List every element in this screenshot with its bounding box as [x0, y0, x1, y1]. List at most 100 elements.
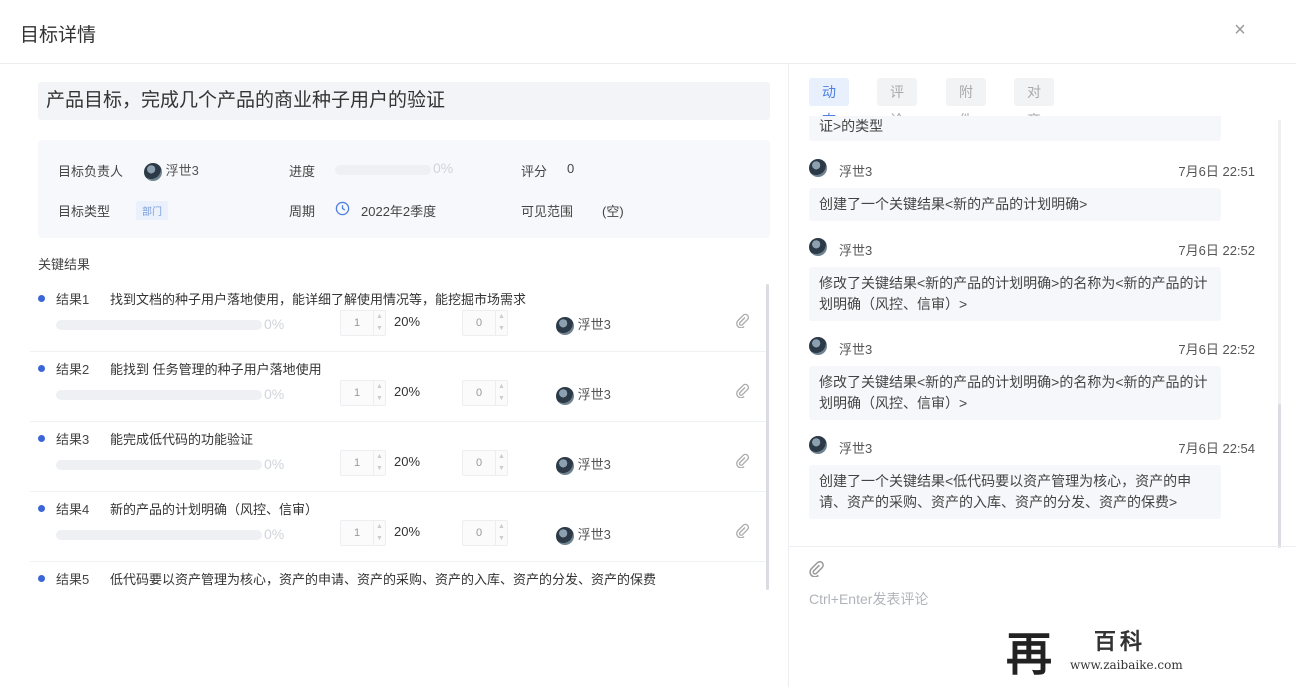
kr-name[interactable]: 新的产品的计划明确（风控、信审）: [110, 499, 318, 518]
activity-user: 浮世3: [839, 164, 873, 179]
tab-alignment[interactable]: 对齐: [1014, 78, 1054, 128]
stepper-arrows[interactable]: ▲ ▼: [495, 521, 507, 545]
bullet-dot: [38, 435, 45, 442]
activity-feed: 证>的类型 浮世3 7月6日 22:51 创建了一个关键结果<新的产品的计划明确…: [809, 116, 1255, 544]
activity-text: 修改了关键结果<新的产品的计划明确>的名称为<新的产品的计划明确（风控、信审）>: [809, 267, 1221, 321]
close-icon[interactable]: ×: [1230, 18, 1250, 42]
stepper-arrows[interactable]: ▲ ▼: [495, 311, 507, 335]
type-tag[interactable]: 部门: [136, 201, 168, 220]
stepper-arrows[interactable]: ▲ ▼: [373, 451, 385, 475]
kr-weight: 20%: [394, 454, 421, 469]
owner-value[interactable]: 浮世3: [144, 160, 199, 181]
watermark-site-name: 百科: [1094, 629, 1147, 655]
stepper-arrows[interactable]: ▲ ▼: [495, 381, 507, 405]
paperclip-icon[interactable]: [734, 382, 750, 398]
kr-number: 结果3: [56, 432, 90, 447]
avatar: [556, 526, 574, 545]
stepper-value[interactable]: 0: [463, 521, 495, 545]
kr-scrollbar[interactable]: [766, 284, 769, 590]
kr-owner-name: 浮世3: [577, 527, 611, 542]
kr-owner[interactable]: 浮世3: [556, 454, 611, 475]
kr-name[interactable]: 能找到 任务管理的种子用户落地使用: [110, 359, 322, 378]
kr-number: 结果2: [56, 362, 90, 377]
stepper-arrows[interactable]: ▲ ▼: [373, 521, 385, 545]
stepper-arrows[interactable]: ▲ ▼: [373, 311, 385, 335]
paperclip-icon[interactable]: [734, 312, 750, 328]
stepper-value[interactable]: 1: [341, 451, 373, 475]
goal-panel: 产品目标，完成几个产品的商业种子用户的验证 目标负责人 浮世3 进度 0% 评分…: [0, 64, 788, 687]
period-label: 周期: [289, 204, 316, 219]
progress-label: 进度: [289, 164, 316, 179]
avatar: [809, 238, 827, 256]
paperclip-icon[interactable]: [807, 559, 825, 577]
kr-name[interactable]: 找到文档的种子用户落地使用，能详细了解使用情况等，能挖掘市场需求: [110, 289, 526, 308]
kr-owner[interactable]: 浮世3: [556, 524, 611, 545]
kr-owner[interactable]: 浮世3: [556, 314, 611, 335]
kr-weight: 20%: [394, 384, 421, 399]
key-result-item[interactable]: 结果3 能完成低代码的功能验证 0% 1 ▲ ▼ 20% 0 ▲ ▼ 浮世3: [30, 422, 766, 492]
activity-panel: 动态 评论 附件 对齐 证>的类型 浮世3 7月6日 22:51 创建了一个关键…: [788, 64, 1296, 687]
dialog-header: 目标详情 ×: [0, 0, 1296, 64]
kr-progress-bar: [56, 390, 262, 400]
comment-input[interactable]: Ctrl+Enter发表评论: [809, 589, 928, 609]
score-value[interactable]: 0: [567, 161, 574, 176]
feed-scrollbar-thumb[interactable]: [1278, 404, 1281, 548]
goal-title[interactable]: 产品目标，完成几个产品的商业种子用户的验证: [38, 82, 770, 120]
tab-comments[interactable]: 评论: [877, 78, 917, 128]
avatar: [556, 386, 574, 405]
visibility-value[interactable]: (空): [602, 201, 624, 220]
avatar: [556, 456, 574, 475]
kr-score-stepper[interactable]: 0 ▲ ▼: [462, 310, 508, 336]
kr-count-stepper[interactable]: 1 ▲ ▼: [340, 380, 386, 406]
tab-activity[interactable]: 动态: [809, 78, 849, 128]
stepper-value[interactable]: 1: [341, 311, 373, 335]
kr-progress-bar: [56, 460, 262, 470]
tab-attachments[interactable]: 附件: [946, 78, 986, 128]
activity-time: 7月6日 22:52: [1178, 342, 1255, 357]
visibility-label: 可见范围: [521, 204, 574, 219]
kr-score-stepper[interactable]: 0 ▲ ▼: [462, 380, 508, 406]
kr-name[interactable]: 低代码要以资产管理为核心，资产的申请、资产的采购、资产的入库、资产的分发、资产的…: [110, 569, 656, 588]
paperclip-icon[interactable]: [734, 522, 750, 538]
kr-count-stepper[interactable]: 1 ▲ ▼: [340, 310, 386, 336]
kr-owner-name: 浮世3: [577, 317, 611, 332]
kr-score-stepper[interactable]: 0 ▲ ▼: [462, 450, 508, 476]
activity-user: 浮世3: [839, 243, 873, 258]
activity-time: 7月6日 22:54: [1178, 441, 1255, 456]
stepper-value[interactable]: 1: [341, 521, 373, 545]
key-result-item[interactable]: 结果1 找到文档的种子用户落地使用，能详细了解使用情况等，能挖掘市场需求 0% …: [30, 282, 766, 352]
kr-progress-value: 0%: [264, 316, 285, 332]
stepper-value[interactable]: 1: [341, 381, 373, 405]
paperclip-icon[interactable]: [734, 452, 750, 468]
key-result-item[interactable]: 结果2 能找到 任务管理的种子用户落地使用 0% 1 ▲ ▼ 20% 0 ▲ ▼ 浮世3: [30, 352, 766, 422]
kr-name[interactable]: 能完成低代码的功能验证: [110, 429, 253, 448]
activity-user: 浮世3: [839, 342, 873, 357]
stepper-value[interactable]: 0: [463, 381, 495, 405]
goal-info-panel: 目标负责人 浮世3 进度 0% 评分 0 目标类型 部门 周期 2022年2季度…: [38, 140, 770, 238]
activity-text: 创建了一个关键结果<新的产品的计划明确>: [809, 188, 1221, 221]
kr-count-stepper[interactable]: 1 ▲ ▼: [340, 520, 386, 546]
bullet-dot: [38, 295, 45, 302]
owner-name: 浮世3: [165, 163, 199, 178]
goal-progress-value: 0%: [433, 160, 454, 176]
stepper-value[interactable]: 0: [463, 311, 495, 335]
type-label: 目标类型: [58, 204, 111, 219]
period-value[interactable]: 2022年2季度: [361, 201, 436, 220]
kr-progress-bar: [56, 530, 262, 540]
avatar: [809, 436, 827, 454]
stepper-arrows[interactable]: ▲ ▼: [495, 451, 507, 475]
stepper-value[interactable]: 0: [463, 451, 495, 475]
activity-time: 7月6日 22:51: [1178, 164, 1255, 179]
kr-progress-value: 0%: [264, 456, 285, 472]
key-result-item[interactable]: 结果4 新的产品的计划明确（风控、信审） 0% 1 ▲ ▼ 20% 0 ▲ ▼ 浮世3: [30, 492, 766, 562]
stepper-arrows[interactable]: ▲ ▼: [373, 381, 385, 405]
kr-number: 结果4: [56, 502, 90, 517]
kr-score-stepper[interactable]: 0 ▲ ▼: [462, 520, 508, 546]
bullet-dot: [38, 505, 45, 512]
avatar: [556, 316, 574, 335]
kr-weight: 20%: [394, 524, 421, 539]
kr-count-stepper[interactable]: 1 ▲ ▼: [340, 450, 386, 476]
score-label: 评分: [521, 164, 548, 179]
key-result-item[interactable]: 结果5 低代码要以资产管理为核心，资产的申请、资产的采购、资产的入库、资产的分发…: [30, 562, 766, 632]
kr-owner[interactable]: 浮世3: [556, 384, 611, 405]
